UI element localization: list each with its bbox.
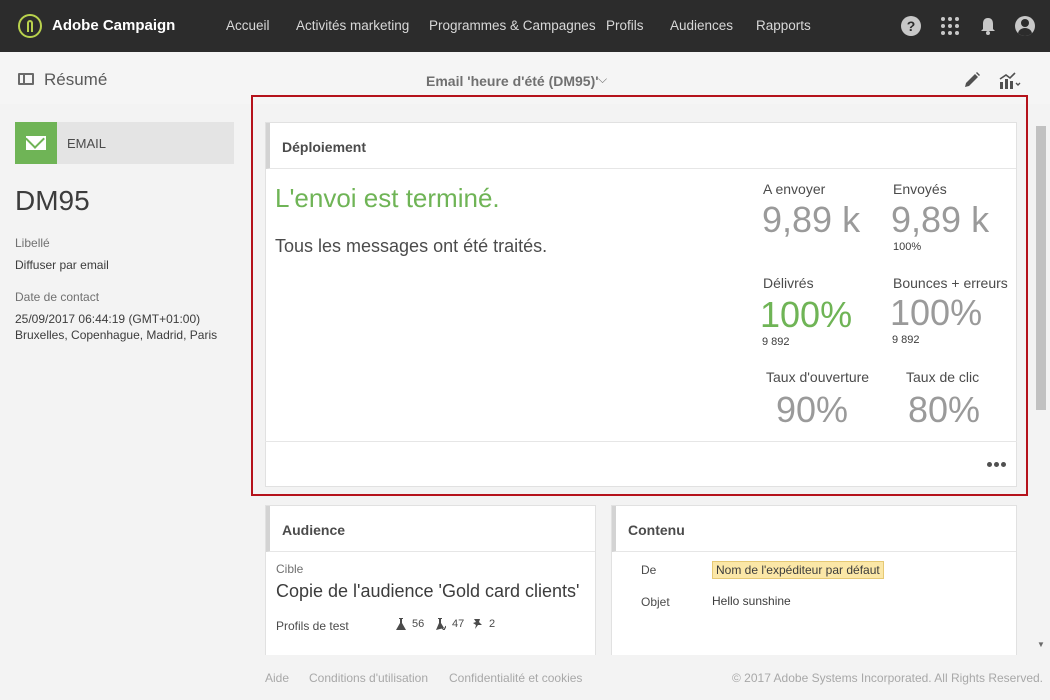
- scrollbar-thumb[interactable]: [1036, 126, 1046, 410]
- metric-sent-label: Envoyés: [893, 181, 947, 197]
- contact-date-caption: Date de contact: [15, 290, 100, 304]
- metric-bounces-value: 100%: [890, 292, 983, 333]
- metric-open-rate-label: Taux d'ouverture: [766, 369, 870, 385]
- scroll-down-arrow-icon[interactable]: ▼: [1037, 640, 1045, 649]
- audience-title: Audience: [282, 522, 346, 538]
- channel-label: EMAIL: [67, 136, 107, 151]
- envelope-icon: [26, 136, 46, 150]
- nav-item-profils[interactable]: Profils: [606, 18, 644, 33]
- copyright-text: © 2017 Adobe Systems Incorporated. All R…: [732, 671, 1044, 685]
- test-count-valid: 47: [452, 618, 465, 630]
- metric-click-rate-value: 80%: [908, 389, 981, 430]
- metric-to-send-label: A envoyer: [763, 181, 826, 197]
- notification-bell-icon[interactable]: [978, 16, 998, 36]
- footer-link-help[interactable]: Aide: [265, 671, 289, 685]
- apps-grid-icon[interactable]: [940, 16, 960, 36]
- contact-date-value: 25/09/2017 06:44:19 (GMT+01:00): [15, 312, 201, 326]
- target-audience-link[interactable]: Copie de l'audience 'Gold card clients': [276, 581, 580, 602]
- from-caption: De: [641, 563, 657, 577]
- adobe-campaign-logo-icon[interactable]: [18, 14, 42, 38]
- delivery-title-dropdown[interactable]: Email 'heure d'été (DM95)': [426, 73, 599, 89]
- summary-title: Résumé: [44, 70, 108, 89]
- target-caption: Cible: [276, 562, 304, 576]
- summary-panel-icon[interactable]: [18, 73, 34, 85]
- metric-delivered-sub: 9 892: [762, 336, 790, 348]
- delivery-status-detail: Tous les messages ont été traités.: [275, 236, 548, 256]
- metric-sent-value: 9,89 k: [891, 199, 990, 240]
- delivery-status: L'envoi est terminé.: [275, 183, 500, 213]
- pin-icon: [473, 618, 483, 630]
- help-icon[interactable]: ?: [901, 16, 921, 36]
- metric-sent-sub: 100%: [893, 241, 922, 253]
- footer-link-terms[interactable]: Conditions d'utilisation: [309, 671, 428, 685]
- metric-delivered-label: Délivrés: [763, 275, 814, 291]
- app-name[interactable]: Adobe Campaign: [52, 17, 175, 34]
- metric-bounces-sub: 9 892: [892, 334, 920, 346]
- content-title: Contenu: [628, 522, 685, 538]
- subject-value: Hello sunshine: [712, 594, 791, 608]
- nav-item-programmes-campagnes[interactable]: Programmes & Campagnes: [429, 18, 596, 33]
- flask-icon: [396, 618, 406, 630]
- contact-timezone: Bruxelles, Copenhague, Madrid, Paris: [15, 328, 218, 342]
- user-avatar-icon[interactable]: [1015, 16, 1035, 36]
- test-profiles-caption: Profils de test: [276, 619, 349, 633]
- chevron-down-icon[interactable]: ⌵: [598, 72, 607, 87]
- edit-pencil-icon[interactable]: [962, 70, 982, 90]
- metric-delivered-value: 100%: [760, 294, 853, 335]
- metric-bounces-label: Bounces + erreurs: [893, 275, 1008, 291]
- more-options-icon[interactable]: [987, 462, 1007, 467]
- test-count-total: 56: [412, 618, 425, 630]
- subject-caption: Objet: [641, 595, 670, 609]
- metric-to-send-value: 9,89 k: [762, 199, 861, 240]
- metric-click-rate-label: Taux de clic: [906, 369, 980, 385]
- top-navigation: Adobe Campaign Accueil Activités marketi…: [0, 0, 1050, 52]
- flask-check-icon: [436, 618, 447, 632]
- channel-badge: [15, 122, 234, 164]
- nav-item-activites-marketing[interactable]: Activités marketing: [296, 18, 409, 33]
- content-card: Contenu: [611, 505, 1017, 665]
- metric-open-rate-value: 90%: [776, 389, 849, 430]
- nav-item-audiences[interactable]: Audiences: [670, 18, 733, 33]
- test-count-seeds: 2: [489, 618, 496, 630]
- nav-item-rapports[interactable]: Rapports: [756, 18, 811, 33]
- delivery-code: DM95: [15, 185, 90, 216]
- card-divider: [265, 441, 1017, 442]
- label-value: Diffuser par email: [15, 258, 109, 272]
- reports-chart-icon[interactable]: [998, 70, 1022, 90]
- sender-name-tag[interactable]: Nom de l'expéditeur par défaut: [712, 561, 884, 579]
- label-caption: Libellé: [15, 236, 50, 250]
- footer-link-privacy[interactable]: Confidentialité et cookies: [449, 671, 582, 685]
- nav-item-accueil[interactable]: Accueil: [226, 18, 270, 33]
